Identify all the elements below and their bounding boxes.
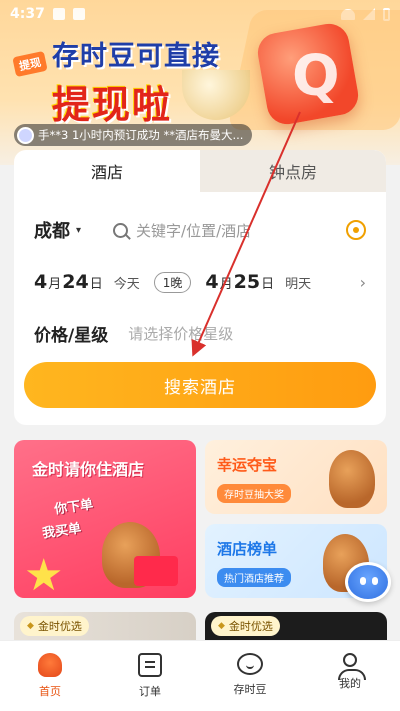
date-row[interactable]: 4月24日 今天 1晚 4月25日 明天 ›	[34, 268, 366, 296]
search-hotel-button[interactable]: 搜索酒店	[24, 362, 376, 408]
checkin-month: 4	[34, 271, 48, 293]
gift-coin-icon: Q	[292, 44, 340, 109]
search-tabs: 酒店 钟点房	[14, 150, 386, 192]
promo-big-title: 金时请你住酒店	[32, 460, 145, 479]
hero-badge: 提现	[12, 50, 48, 78]
city-keyword-row: 成都 ▾ 关键字/位置/酒店	[34, 218, 366, 242]
city-selector[interactable]: 成都	[34, 217, 70, 243]
nav-profile[interactable]: 我的	[300, 641, 400, 711]
featured-card-right[interactable]: 金时优选	[205, 612, 387, 640]
hero-headline: 存时豆可直接	[52, 41, 220, 72]
tab-hotel[interactable]: 酒店	[14, 150, 200, 192]
nav-label: 存时豆	[233, 683, 267, 696]
nights-count: 1晚	[153, 271, 192, 293]
promo-lucky-title: 幸运夺宝	[217, 456, 278, 474]
checkout-day: 25	[233, 271, 261, 293]
star-icon: ★	[24, 550, 64, 598]
promo-big-sub2: 我买单	[41, 521, 83, 542]
checkin-weekday: 今天	[113, 276, 140, 292]
nav-home[interactable]: 首页	[0, 641, 100, 711]
search-icon	[113, 222, 129, 238]
checkin-day-unit: 日	[89, 277, 103, 292]
hero-headline-big: 提现啦	[52, 83, 173, 127]
chevron-right-icon[interactable]: ›	[360, 273, 366, 292]
gallery-notification-icon	[52, 8, 65, 20]
avatar	[17, 126, 34, 144]
tab-hourly-room[interactable]: 钟点房	[200, 150, 386, 192]
featured-tag: 金时优选	[20, 616, 89, 636]
promo-big-sub1: 你下单	[53, 497, 95, 518]
hotel-search-card: 酒店 钟点房 成都 ▾ 关键字/位置/酒店 4月24日 今天 1晚 4月25日 …	[14, 150, 386, 425]
order-icon	[138, 653, 162, 677]
promo-lucky-tag: 存时豆抽大奖	[217, 484, 291, 503]
checkout-day-unit: 日	[261, 277, 275, 292]
nav-label: 首页	[39, 685, 61, 698]
hero-banner[interactable]: 4:37 提现 存时豆可直接 提现啦 Q 手**3 1小时内预订成功 **酒店布…	[0, 0, 400, 165]
price-star-selector[interactable]: 请选择价格星级	[128, 323, 233, 344]
checkin-month-unit: 月	[48, 277, 62, 292]
checkin-day: 24	[62, 271, 89, 293]
price-star-label: 价格/星级	[34, 325, 109, 346]
nav-orders[interactable]: 订单	[100, 641, 200, 711]
checkout-date[interactable]: 4月25日	[205, 271, 275, 293]
app-notification-icon	[72, 8, 85, 20]
checkin-date[interactable]: 4月24日	[34, 271, 104, 293]
keyword-search-input[interactable]: 关键字/位置/酒店	[136, 220, 251, 241]
checkout-month: 4	[205, 271, 219, 293]
profile-icon	[338, 653, 366, 680]
nav-label: 订单	[139, 685, 161, 698]
bottom-nav: 首页 订单 存时豆 我的	[0, 640, 400, 711]
promo-lucky-draw[interactable]: 幸运夺宝 存时豆抽大奖	[205, 440, 387, 514]
gift-box-icon	[134, 556, 178, 586]
ticker-text: 手**3 1小时内预订成功 **酒店布曼大...	[38, 128, 244, 142]
featured-card-left[interactable]: 金时优选	[14, 612, 196, 640]
status-time: 4:37	[10, 6, 45, 22]
bean-icon	[237, 653, 263, 675]
assistant-robot-icon[interactable]	[345, 562, 391, 602]
featured-tag: 金时优选	[211, 616, 280, 636]
locate-icon[interactable]	[346, 220, 366, 240]
checkout-weekday: 明天	[285, 276, 312, 292]
promo-free-hotel[interactable]: 金时请你住酒店 你下单 我买单 ★	[14, 440, 196, 598]
chevron-down-icon[interactable]: ▾	[76, 225, 81, 236]
price-star-row[interactable]: 价格/星级 请选择价格星级	[34, 321, 366, 346]
nav-beans[interactable]: 存时豆	[200, 641, 300, 711]
promo-ranking-tag: 热门酒店推荐	[217, 568, 291, 587]
booking-ticker[interactable]: 手**3 1小时内预订成功 **酒店布曼大...	[14, 124, 252, 146]
checkout-month-unit: 月	[219, 277, 233, 292]
squirrel-mascot	[329, 450, 375, 508]
home-icon	[38, 653, 62, 677]
promo-ranking-title: 酒店榜单	[217, 540, 278, 558]
